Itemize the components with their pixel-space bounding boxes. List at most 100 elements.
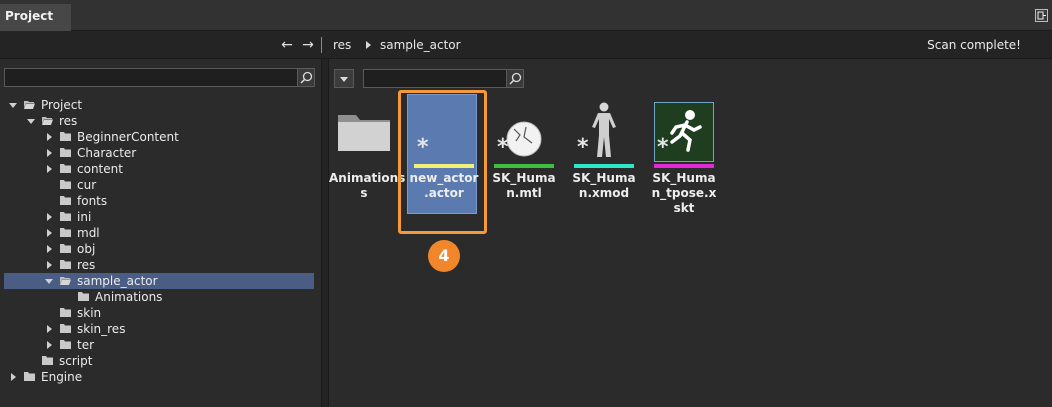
collapse-arrow-icon[interactable] [44, 337, 54, 353]
tree-item[interactable]: sample_actor [4, 273, 314, 289]
collapse-arrow-icon[interactable] [44, 209, 54, 225]
toolbar: ← → res sample_actor Scan complete! [0, 31, 1052, 59]
tree-item[interactable]: BeginnerContent [4, 129, 314, 145]
tree-item-label: skin [77, 306, 102, 320]
collapse-arrow-icon[interactable] [44, 321, 54, 337]
tree-item[interactable]: mdl [4, 225, 314, 241]
toolbar-separator [321, 37, 322, 53]
breadcrumb-item[interactable]: res [333, 37, 351, 53]
file-item-label: SK_Huma [572, 171, 636, 185]
tree-item[interactable]: res [4, 257, 314, 273]
callout-badge: 4 [428, 240, 460, 272]
file-item-folder[interactable]: Animations s [329, 59, 405, 229]
folder-icon [60, 212, 71, 221]
folder-open-icon [42, 117, 53, 125]
pin-icon[interactable] [1035, 9, 1048, 22]
folder-icon [60, 260, 71, 269]
breadcrumb-item[interactable]: sample_actor [380, 37, 461, 53]
material-sphere-icon [506, 121, 542, 157]
file-item-label: n.xmod [578, 186, 630, 200]
tree-item-label: BeginnerContent [77, 130, 179, 144]
folder-icon [60, 340, 71, 349]
pane-splitter[interactable] [321, 59, 329, 407]
tree-item[interactable]: cur [4, 177, 314, 193]
tree-item-label: Engine [41, 370, 83, 384]
folder-icon [60, 308, 71, 317]
tree-item-label: skin_res [77, 322, 126, 336]
tree-item-label: res [77, 258, 96, 272]
folder-tree-pane: Project res BeginnerContent Character conten… [0, 59, 321, 407]
tree-item[interactable]: skin_res [4, 321, 314, 337]
tree-item[interactable]: Animations [4, 289, 314, 305]
folder-icon [78, 292, 89, 301]
tree-item-label: ini [77, 210, 92, 224]
search-icon [300, 71, 313, 84]
file-item-model[interactable]: * SK_Huma n.xmod [569, 59, 639, 229]
expand-arrow-icon[interactable] [44, 273, 54, 289]
folder-icon [60, 228, 71, 237]
file-item-label: n_tpose.x [651, 186, 717, 200]
tree-item[interactable]: Project [4, 97, 314, 113]
tree-item[interactable]: script [4, 353, 314, 369]
folder-icon [60, 180, 71, 189]
file-type-color-bar [494, 164, 554, 168]
file-item-label: s [360, 186, 368, 200]
collapse-arrow-icon[interactable] [44, 257, 54, 273]
file-item-material[interactable]: * SK_Huma n.mtl [489, 59, 559, 229]
tree-item-label: fonts [77, 194, 108, 208]
tree-item-label: sample_actor [77, 274, 158, 288]
file-type-color-bar [574, 164, 634, 168]
human-model-icon [592, 102, 616, 157]
folder-open-icon [60, 277, 71, 285]
tree-item-label: ter [77, 338, 95, 352]
breadcrumb-chevron-icon [366, 41, 371, 49]
tree-item-label: Character [77, 146, 137, 160]
file-item-label: SK_Huma [652, 171, 716, 185]
tree-item[interactable]: obj [4, 241, 314, 257]
tree-item[interactable]: ter [4, 337, 314, 353]
tree-item[interactable]: Character [4, 145, 314, 161]
folder-icon [60, 132, 71, 141]
tree-item-label: cur [77, 178, 97, 192]
folder-icon [24, 372, 35, 381]
file-item-skeleton[interactable]: * SK_Huma n_tpose.x skt [649, 59, 719, 229]
tree-item[interactable]: fonts [4, 193, 314, 209]
collapse-arrow-icon[interactable] [44, 241, 54, 257]
folder-icon [60, 148, 71, 157]
tree-item[interactable]: res [4, 113, 314, 129]
collapse-arrow-icon[interactable] [44, 161, 54, 177]
forward-button[interactable]: → [300, 37, 316, 53]
folder-icon [42, 356, 53, 365]
collapse-arrow-icon[interactable] [44, 225, 54, 241]
tree-item[interactable]: content [4, 161, 314, 177]
folder-icon [60, 196, 71, 205]
tree-item[interactable]: ini [4, 209, 314, 225]
search-button[interactable] [297, 69, 314, 86]
collapse-arrow-icon[interactable] [44, 145, 54, 161]
folder-icon [338, 115, 390, 151]
back-button[interactable]: ← [279, 37, 295, 53]
folder-icon [60, 324, 71, 333]
folder-icon [60, 164, 71, 173]
collapse-arrow-icon[interactable] [8, 369, 18, 385]
modified-asterisk-icon: * [577, 135, 589, 160]
tree-item-label: content [77, 162, 123, 176]
file-item-label: skt [673, 201, 695, 215]
tree-item-label: Project [41, 98, 83, 112]
panel-tabbar: Project [0, 0, 1052, 31]
expand-arrow-icon[interactable] [8, 97, 18, 113]
file-item-label: n.mtl [506, 186, 542, 200]
modified-asterisk-icon: * [657, 135, 669, 160]
tree-item[interactable]: Engine [4, 369, 314, 385]
collapse-arrow-icon[interactable] [44, 129, 54, 145]
tree-search-input[interactable] [4, 68, 315, 87]
tree-item-label: obj [77, 242, 96, 256]
expand-arrow-icon[interactable] [26, 113, 36, 129]
file-type-color-bar [654, 164, 714, 168]
tree-item[interactable]: skin [4, 305, 314, 321]
callout-frame [398, 90, 487, 234]
tab-project[interactable]: Project [0, 4, 71, 31]
folder-open-icon [24, 101, 35, 109]
status-text: Scan complete! [927, 38, 1021, 52]
modified-asterisk-icon: * [497, 135, 509, 160]
